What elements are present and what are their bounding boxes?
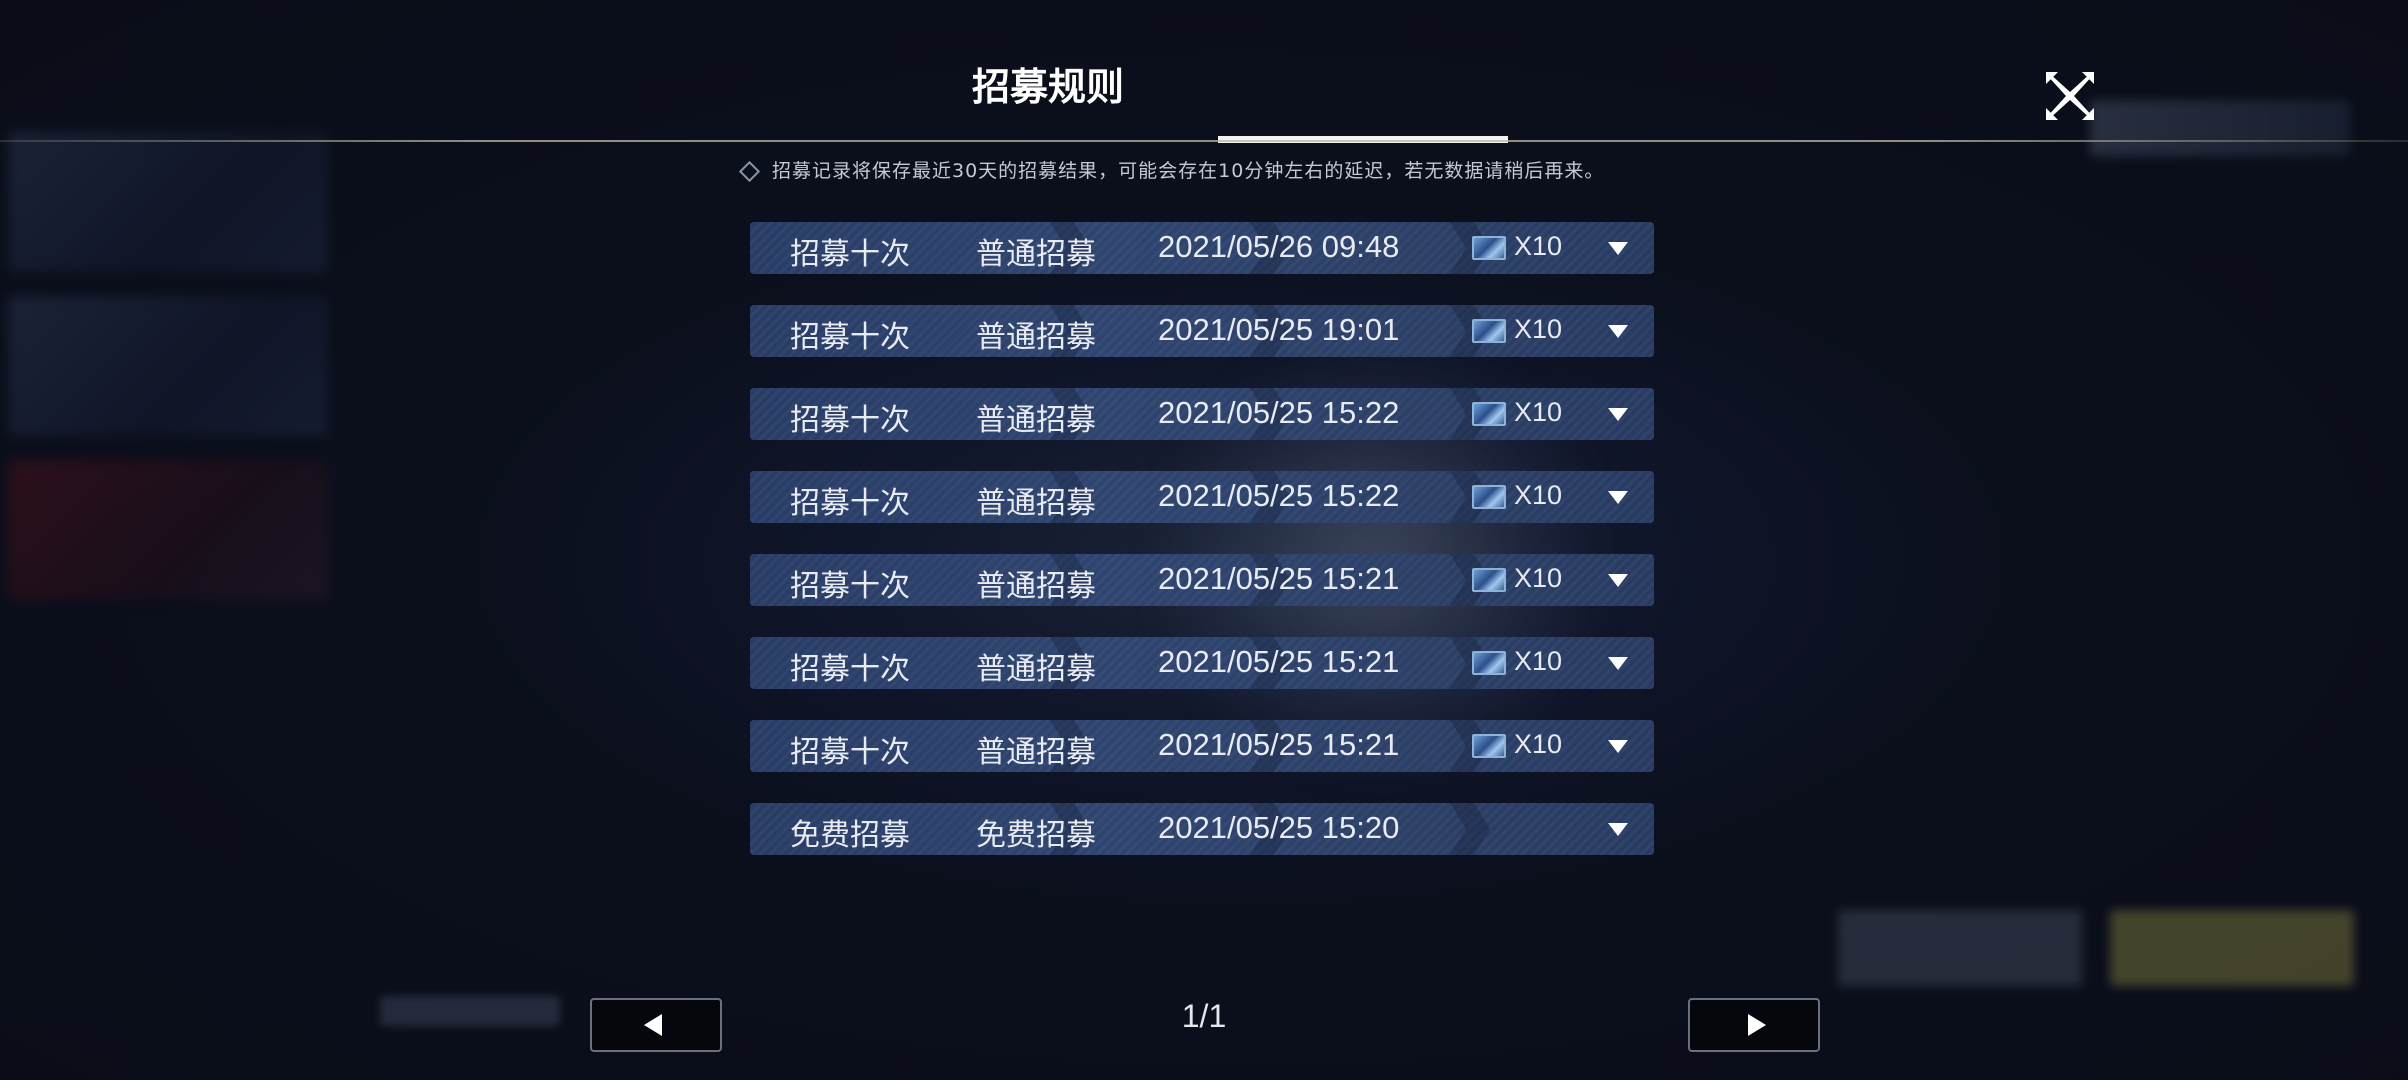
- record-cost: X10: [1514, 646, 1563, 676]
- recruit-ticket-icon: [1472, 568, 1506, 592]
- record-row[interactable]: 免费招募 免费招募 2021/05/25 15:20: [750, 803, 1654, 855]
- background-banner: [8, 460, 328, 600]
- row-decoration: [1450, 803, 1490, 855]
- background-banner-list: [8, 132, 328, 612]
- record-cost: X10: [1514, 729, 1563, 759]
- background-banner: [8, 296, 328, 436]
- record-cost: X10: [1514, 397, 1563, 427]
- record-draw-type: 招募十次: [790, 320, 910, 355]
- record-draw-type: 免费招募: [790, 818, 910, 853]
- background-button: [1838, 910, 2082, 986]
- recruit-records-screen: 招募规则 招募记录 招募记录将保存最近30天的招募结果，可能会存在10分钟左右的…: [0, 0, 2408, 1080]
- record-draw-type: 招募十次: [790, 735, 910, 770]
- record-draw-type: 招募十次: [790, 486, 910, 521]
- recruit-ticket-icon: [1472, 485, 1506, 509]
- record-row[interactable]: 招募十次 普通招募 2021/05/25 15:22 X10: [750, 388, 1654, 440]
- record-row[interactable]: 招募十次 普通招募 2021/05/26 09:48 X10: [750, 222, 1654, 274]
- chevron-down-icon[interactable]: [1608, 491, 1628, 504]
- record-time: 2021/05/25 15:22: [1158, 395, 1400, 430]
- record-draw-type: 招募十次: [790, 569, 910, 604]
- prev-page-button[interactable]: [590, 998, 722, 1052]
- next-page-icon: [1748, 1014, 1766, 1036]
- record-pool: 普通招募: [976, 652, 1096, 687]
- recruit-ticket-icon: [1472, 402, 1506, 426]
- record-draw-type: 招募十次: [790, 652, 910, 687]
- close-icon: [2046, 72, 2094, 120]
- record-cost: X10: [1514, 231, 1563, 261]
- next-page-button[interactable]: [1688, 998, 1820, 1052]
- page-indicator: 1/1: [1181, 998, 1227, 1034]
- record-pool: 普通招募: [976, 237, 1096, 272]
- record-time: 2021/05/25 15:22: [1158, 478, 1400, 513]
- chevron-down-icon[interactable]: [1608, 325, 1628, 338]
- background-banner: [8, 132, 328, 272]
- notice: 招募记录将保存最近30天的招募结果，可能会存在10分钟左右的延迟，若无数据请稍后…: [738, 156, 1662, 186]
- record-cost: X10: [1514, 563, 1563, 593]
- record-draw-type: 招募十次: [790, 403, 910, 438]
- recruit-ticket-icon: [1472, 319, 1506, 343]
- record-cost: X10: [1514, 480, 1563, 510]
- prev-page-icon: [644, 1014, 662, 1036]
- chevron-down-icon[interactable]: [1608, 657, 1628, 670]
- record-time: 2021/05/25 19:01: [1158, 312, 1400, 347]
- record-pool: 免费招募: [976, 818, 1096, 853]
- record-row[interactable]: 招募十次 普通招募 2021/05/25 15:21 X10: [750, 637, 1654, 689]
- record-row[interactable]: 招募十次 普通招募 2021/05/25 15:22 X10: [750, 471, 1654, 523]
- record-row[interactable]: 招募十次 普通招募 2021/05/25 19:01 X10: [750, 305, 1654, 357]
- record-draw-type: 招募十次: [790, 237, 910, 272]
- close-button[interactable]: [2042, 68, 2098, 124]
- record-row[interactable]: 招募十次 普通招募 2021/05/25 15:21 X10: [750, 720, 1654, 772]
- record-pool: 普通招募: [976, 403, 1096, 438]
- records-list: 招募十次 普通招募 2021/05/26 09:48 X10 招募十次 普通招募 2021/…: [750, 222, 1654, 886]
- recruit-ticket-icon: [1472, 651, 1506, 675]
- record-time: 2021/05/25 15:20: [1158, 810, 1400, 845]
- record-pool: 普通招募: [976, 569, 1096, 604]
- chevron-down-icon[interactable]: [1608, 408, 1628, 421]
- record-pool: 普通招募: [976, 735, 1096, 770]
- chevron-down-icon[interactable]: [1608, 740, 1628, 753]
- record-time: 2021/05/25 15:21: [1158, 727, 1400, 762]
- record-pool: 普通招募: [976, 486, 1096, 521]
- tab-recruit-rules[interactable]: 招募规则: [938, 56, 1158, 132]
- notice-text: 招募记录将保存最近30天的招募结果，可能会存在10分钟左右的延迟，若无数据请稍后…: [772, 160, 1605, 182]
- header: 招募规则 招募记录: [0, 0, 2408, 275]
- background-button: [2110, 910, 2354, 986]
- record-time: 2021/05/26 09:48: [1158, 229, 1400, 264]
- chevron-down-icon[interactable]: [1608, 823, 1628, 836]
- recruit-ticket-icon: [1472, 734, 1506, 758]
- chevron-down-icon[interactable]: [1608, 574, 1628, 587]
- record-pool: 普通招募: [976, 320, 1096, 355]
- background-hint: [380, 996, 560, 1026]
- record-time: 2021/05/25 15:21: [1158, 561, 1400, 596]
- chevron-down-icon[interactable]: [1608, 242, 1628, 255]
- record-row[interactable]: 招募十次 普通招募 2021/05/25 15:21 X10: [750, 554, 1654, 606]
- header-divider: [0, 140, 2408, 142]
- record-cost: X10: [1514, 314, 1563, 344]
- record-time: 2021/05/25 15:21: [1158, 644, 1400, 679]
- recruit-ticket-icon: [1472, 236, 1506, 260]
